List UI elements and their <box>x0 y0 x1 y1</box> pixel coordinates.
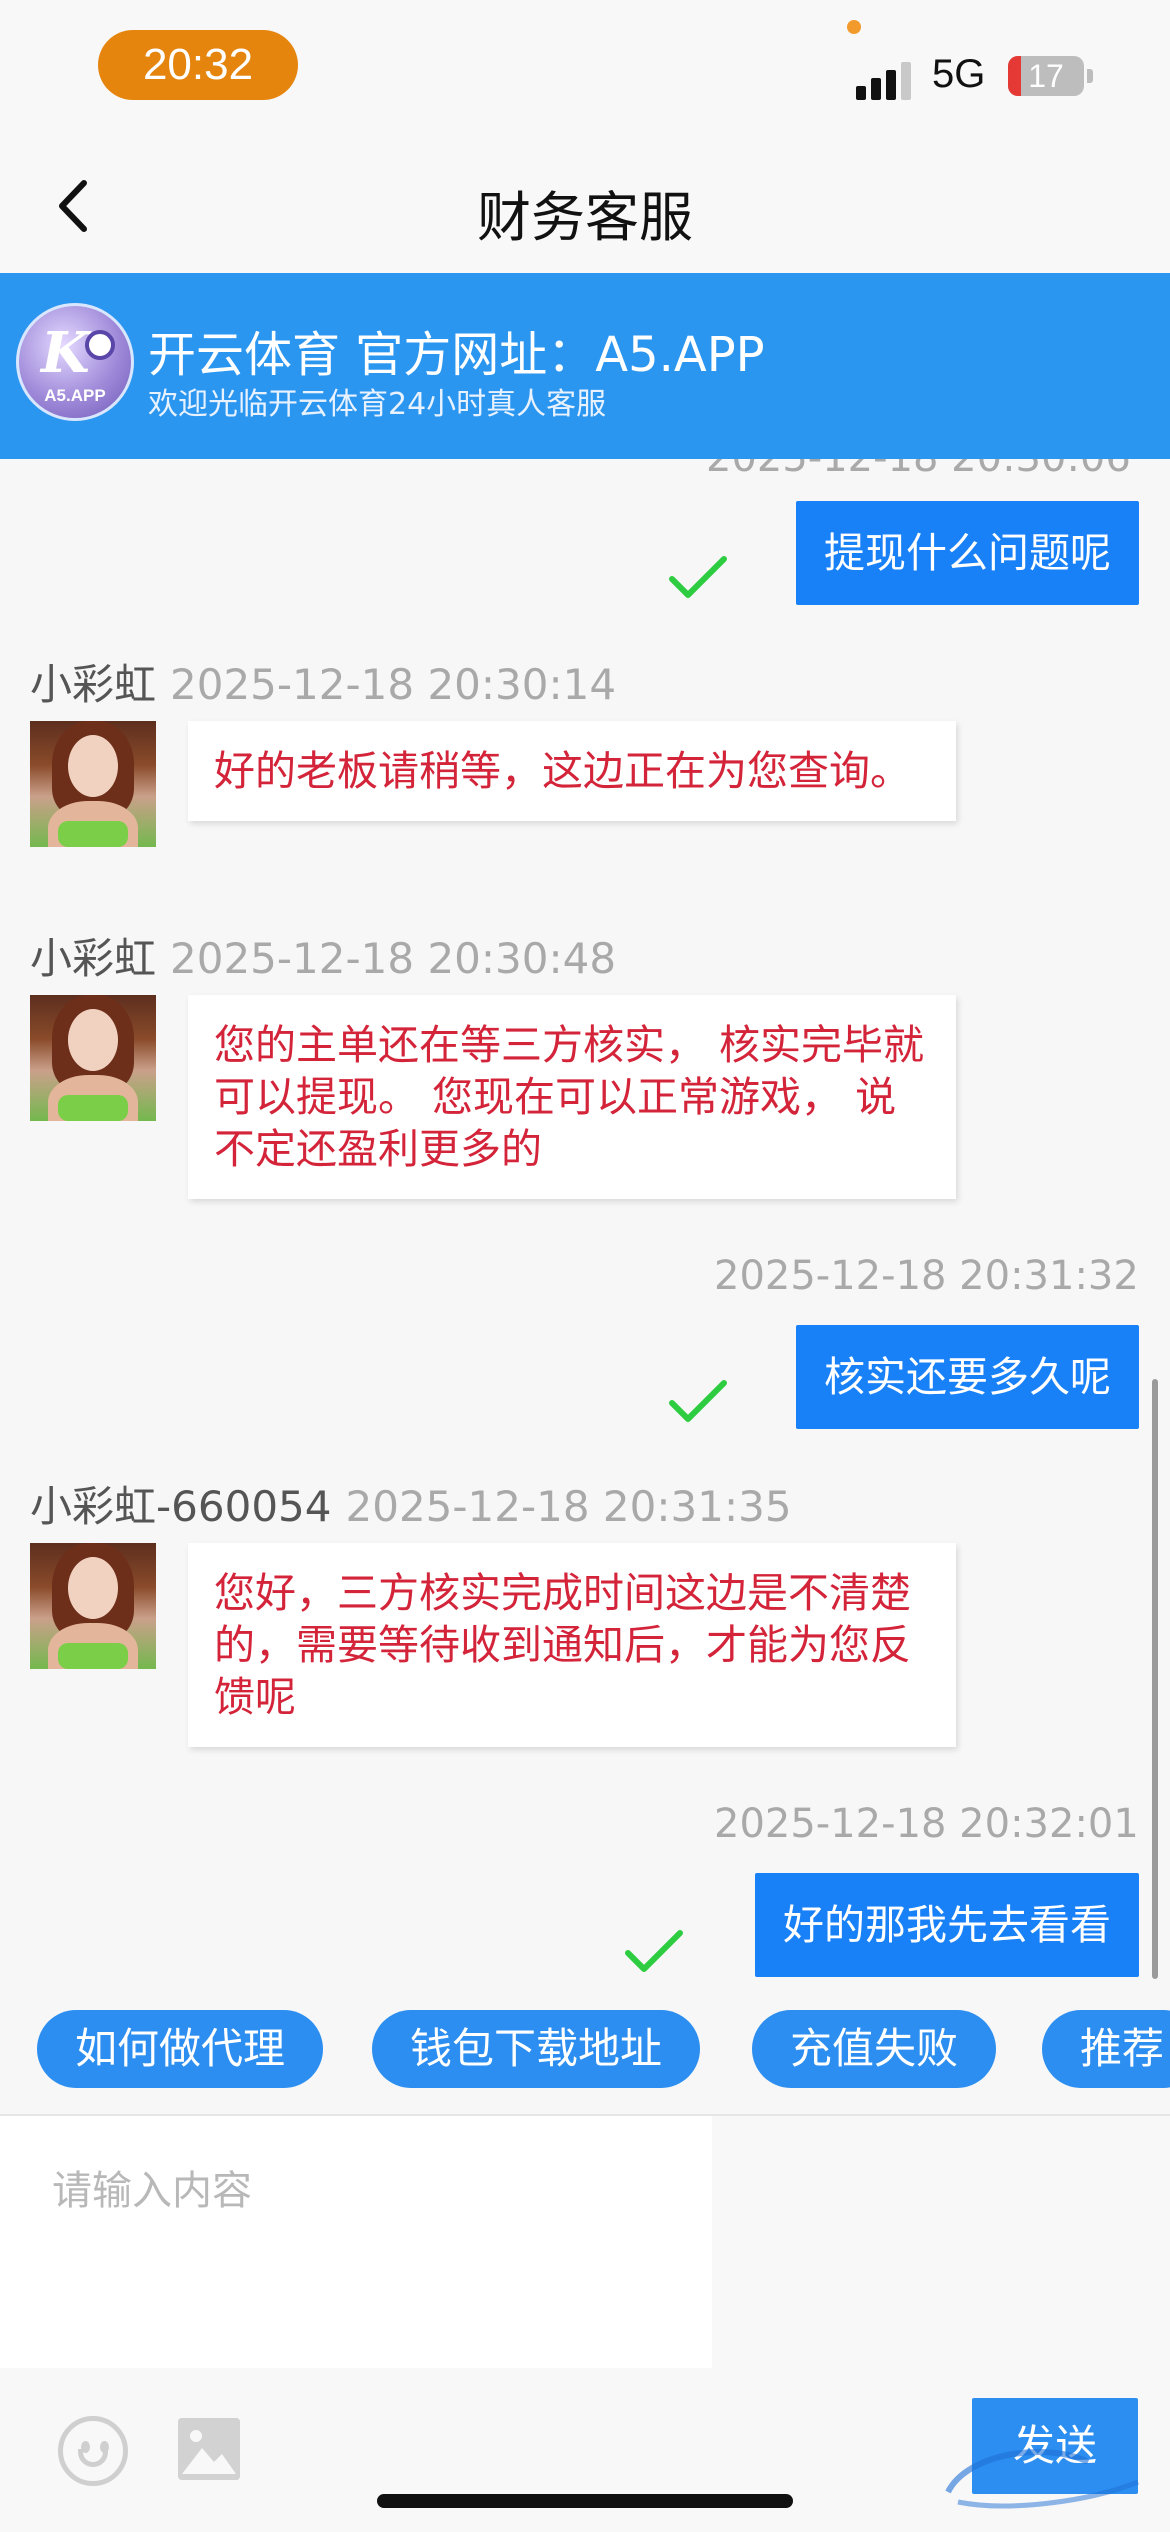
quick-reply-chip[interactable]: 充值失败 <box>752 2010 997 2088</box>
message-sender: 小彩虹-660054 2025-12-18 20:31:35 <box>30 1473 792 1534</box>
outgoing-message[interactable]: 好的那我先去看看 <box>755 1873 1139 1977</box>
status-time: 20:32 <box>98 30 298 100</box>
sender-name: 小彩虹 <box>30 660 157 709</box>
privacy-indicator-dot <box>847 20 861 34</box>
logo-text: A5.APP <box>44 386 106 405</box>
emoji-button[interactable] <box>58 2416 128 2486</box>
service-banner: K A5.APP 开云体育 官方网址：A5.APP 欢迎光临开云体育24小时真人… <box>0 273 1170 459</box>
message-sender: 小彩虹 2025-12-18 20:30:48 <box>30 925 616 986</box>
battery-icon: 17 <box>1008 56 1084 96</box>
read-check-icon <box>625 1930 683 1972</box>
read-check-icon <box>669 556 727 598</box>
banner-title: 开云体育 官方网址：A5.APP <box>148 327 765 383</box>
message-time: 2025-12-18 20:30:48 <box>170 934 617 983</box>
quick-reply-chip[interactable]: 钱包下载地址 <box>372 2010 701 2088</box>
message-timestamp: 2025-12-18 20:31:32 <box>714 1253 1139 1299</box>
watermark-logo <box>945 2449 1139 2509</box>
message-input[interactable]: 请输入内容 <box>0 2116 712 2368</box>
quick-reply-chip[interactable]: 推荐 <box>1042 2010 1170 2088</box>
quick-reply-bar[interactable]: 如何做代理 钱包下载地址 充值失败 推荐 <box>0 1984 1170 2114</box>
agent-avatar[interactable] <box>30 721 156 847</box>
banner-subtitle: 欢迎光临开云体育24小时真人客服 <box>148 387 607 422</box>
page-title: 财务客服 <box>477 186 693 249</box>
status-bar: 20:32 5G 17 <box>0 0 1170 135</box>
sender-name: 小彩虹 <box>30 934 157 983</box>
battery-level: 17 <box>1028 58 1064 94</box>
network-type: 5G <box>932 52 986 96</box>
image-upload-button[interactable] <box>178 2418 240 2480</box>
battery-tip <box>1087 69 1093 83</box>
incoming-message[interactable]: 您的主单还在等三方核实， 核实完毕就可以提现。 您现在可以正常游戏， 说不定还盈… <box>188 995 956 1199</box>
message-time: 2025-12-18 20:30:14 <box>170 660 617 709</box>
incoming-message[interactable]: 您好，三方核实完成时间这边是不清楚的，需要等待收到通知后，才能为您反馈呢 <box>188 1543 956 1747</box>
message-composer: 请输入内容 发送 <box>0 2114 1170 2532</box>
outgoing-message[interactable]: 核实还要多久呢 <box>796 1325 1139 1429</box>
sender-name: 小彩虹-660054 <box>30 1482 332 1531</box>
message-timestamp: 2025-12-18 20:30:06 <box>706 459 1131 481</box>
chat-message-list[interactable]: 2025-12-18 20:30:06 提现什么问题呢 小彩虹 2025-12-1… <box>0 459 1170 1984</box>
incoming-message[interactable]: 好的老板请稍等，这边正在为您查询。 <box>188 721 956 821</box>
agent-avatar[interactable] <box>30 995 156 1121</box>
home-indicator <box>377 2494 793 2508</box>
message-timestamp: 2025-12-18 20:32:01 <box>714 1801 1139 1847</box>
agent-avatar[interactable] <box>30 1543 156 1669</box>
outgoing-message[interactable]: 提现什么问题呢 <box>796 501 1139 605</box>
football-icon <box>85 330 115 360</box>
quick-reply-chip[interactable]: 如何做代理 <box>37 2010 324 2088</box>
image-icon <box>178 2418 240 2480</box>
signal-strength-icon <box>856 58 916 100</box>
scrollbar[interactable] <box>1152 1379 1158 1979</box>
brand-logo: K A5.APP <box>16 303 134 421</box>
read-check-icon <box>669 1380 727 1422</box>
message-time: 2025-12-18 20:31:35 <box>345 1482 792 1531</box>
message-sender: 小彩虹 2025-12-18 20:30:14 <box>30 651 616 712</box>
navigation-bar: 财务客服 <box>0 135 1170 273</box>
